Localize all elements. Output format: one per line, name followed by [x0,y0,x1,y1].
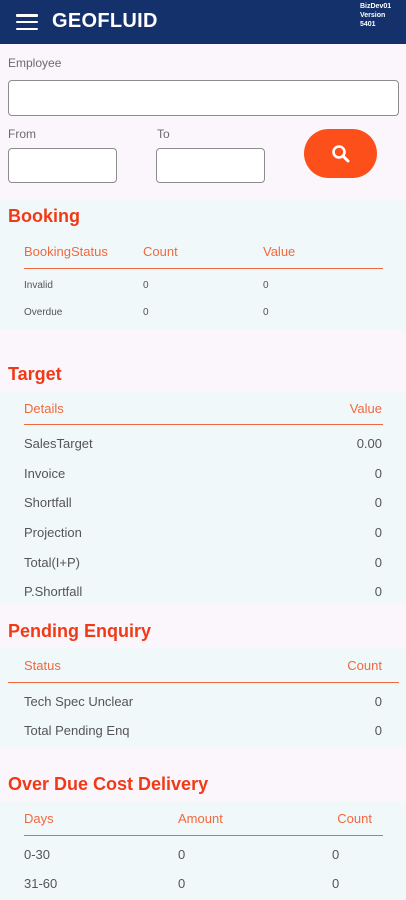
target-header-details: Details [24,401,64,416]
booking-cell: 0 [263,280,269,291]
search-button[interactable] [304,129,377,178]
target-title: Target [8,364,62,384]
from-date-input[interactable] [8,148,117,183]
target-cell: 0.00 [356,436,382,451]
over-due-cell: 0 [178,847,186,862]
menu-icon[interactable] [16,14,38,31]
pending-header-status: Status [24,658,61,673]
over-due-header-divider [24,835,383,836]
over-due-header-count: Count [337,811,372,826]
over-due-cell: 0-30 [24,847,51,862]
employee-input[interactable] [8,80,399,116]
over-due-title: Over Due Cost Delivery [8,774,209,794]
pending-cell: Tech Spec Unclear [24,694,134,709]
target-cell: 0 [374,555,382,570]
target-cell: Projection [24,525,82,540]
target-cell: 0 [374,495,382,510]
over-due-cell: 0 [332,876,340,891]
target-cell: 0 [374,525,382,540]
search-icon [332,145,350,163]
pending-cell: 0 [374,723,382,738]
pending-cell: Total Pending Enq [24,723,130,738]
booking-header-value: Value [263,244,296,259]
to-date-input[interactable] [156,148,265,183]
target-cell: Invoice [24,466,66,481]
pending-header-count: Count [347,658,382,673]
pending-enquiry-title: Pending Enquiry [8,621,152,641]
app-bar: GEOFLUID BizDev01 Version 5401 [0,0,406,44]
booking-title: Booking [8,206,80,226]
booking-cell: 0 [263,307,269,318]
target-header-divider [24,424,383,425]
from-label: From [8,127,36,141]
booking-cell: 0 [143,280,149,291]
target-cell: Total(I+P) [24,555,80,570]
target-cell: 0 [374,584,382,599]
version-info: BizDev01 Version 5401 [360,3,392,28]
booking-cell: 0 [143,307,149,318]
target-cell: Shortfall [24,495,72,510]
booking-header-count: Count [143,244,178,259]
over-due-header-days: Days [24,811,54,826]
booking-cell: Overdue [24,307,63,318]
over-due-header-amount: Amount [178,811,223,826]
pending-header-divider [8,682,399,683]
employee-label: Employee [8,56,62,70]
booking-header-divider [24,268,383,269]
target-cell: 0 [374,466,382,481]
target-cell: P.Shortfall [24,584,83,599]
over-due-cell: 31-60 [24,876,58,891]
target-header-value: Value [349,401,382,416]
booking-cell: Invalid [24,280,53,291]
over-due-cell: 0 [178,876,186,891]
to-label: To [157,127,170,141]
app-title: GEOFLUID [52,10,158,32]
pending-cell: 0 [374,694,382,709]
target-cell: SalesTarget [24,436,93,451]
booking-header-status: BookingStatus [24,244,108,259]
over-due-cell: 0 [332,847,340,862]
